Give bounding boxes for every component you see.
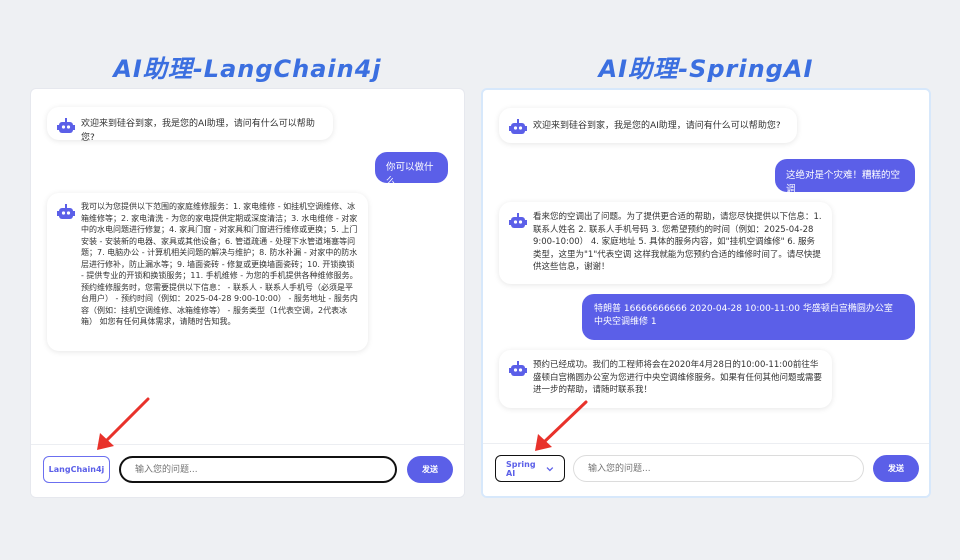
robot-icon (57, 204, 75, 219)
robot-icon (509, 119, 527, 134)
model-selector-label: Spring AI (506, 459, 536, 478)
arrow-annotation (97, 397, 150, 450)
user-message: 这绝对是个灾难！糟糕的空调 (775, 159, 915, 195)
model-selector-label: LangChain4j (48, 465, 105, 474)
bot-message-welcome: 欢迎来到硅谷到家，我是您的AI助理，请问有什么可以帮助您? (499, 108, 797, 143)
chevron-down-icon (546, 466, 554, 471)
arrow-annotation (535, 400, 588, 451)
title-springai: AI助理-SpringAI (598, 55, 814, 83)
model-selector[interactable]: LangChain4j (43, 456, 110, 483)
model-selector[interactable]: Spring AI (495, 455, 565, 482)
user-message: 特朗普 16666666666 2020-04-28 10:00-11:00 华… (582, 294, 915, 340)
robot-icon (509, 213, 527, 228)
question-input[interactable] (573, 455, 864, 482)
send-button[interactable]: 发送 (407, 456, 453, 483)
title-langchain4j: AI助理-LangChain4j (113, 55, 382, 83)
send-button[interactable]: 发送 (873, 455, 919, 482)
message-text: 看来您的空调出了问题。为了提供更合适的帮助，请您尽快提供以下信息：1. 联系人姓… (533, 212, 822, 272)
user-message: 你可以做什么 (375, 152, 448, 187)
message-text: 欢迎来到硅谷到家，我是您的AI助理，请问有什么可以帮助您? (533, 121, 781, 131)
bot-message-request-info: 看来您的空调出了问题。为了提供更合适的帮助，请您尽快提供以下信息：1. 联系人姓… (499, 202, 832, 284)
bot-message-welcome: 欢迎来到硅谷到家，我是您的AI助理，请问有什么可以帮助您? (47, 107, 333, 143)
bot-message-services: 我可以为您提供以下范围的家庭维修服务：1. 家电维修 - 如挂机空调维修、冰箱维… (47, 193, 368, 351)
message-text: 欢迎来到硅谷到家，我是您的AI助理，请问有什么可以帮助您? (81, 119, 315, 143)
message-text: 预约已经成功。我们的工程师将会在2020年4月28日的10:00-11:00前往… (533, 360, 823, 395)
question-input[interactable] (119, 456, 397, 483)
message-text: 我可以为您提供以下范围的家庭维修服务：1. 家电维修 - 如挂机空调维修、冰箱维… (81, 202, 358, 326)
robot-icon (509, 361, 527, 376)
robot-icon (57, 118, 75, 133)
